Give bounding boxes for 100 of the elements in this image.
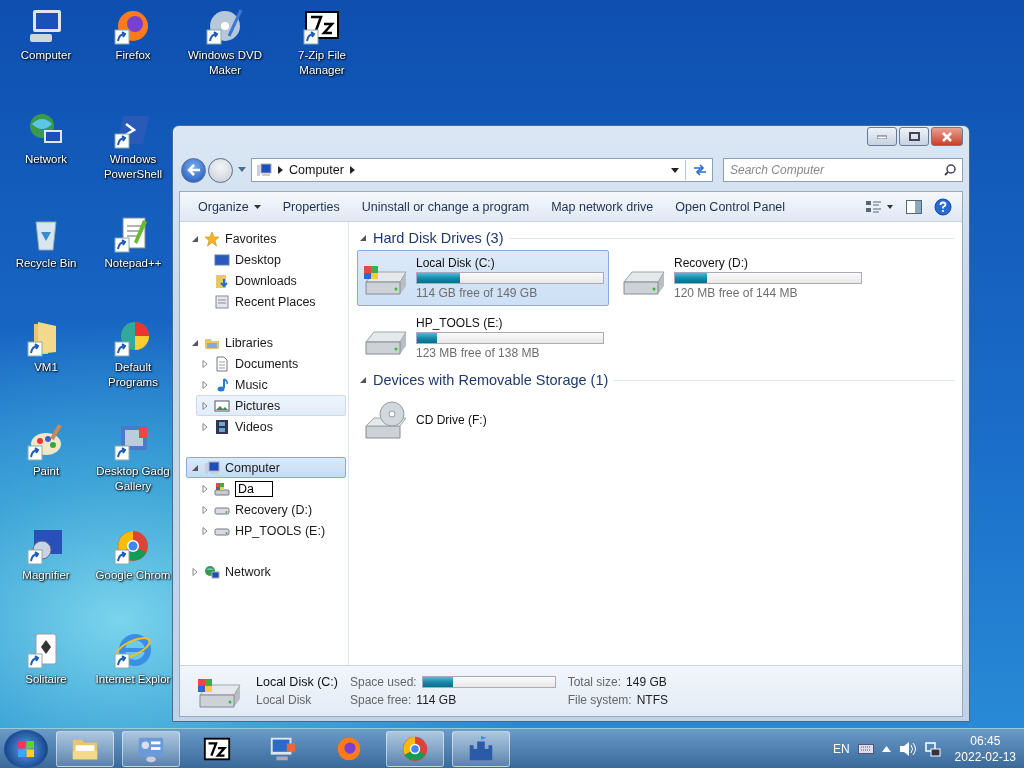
star-icon — [204, 230, 220, 247]
desktop-icon-label[interactable]: 7-Zip File Manager — [280, 48, 364, 78]
recent-icon — [214, 293, 230, 310]
language-indicator[interactable]: EN — [832, 741, 850, 756]
chevron-icon[interactable] — [349, 166, 355, 174]
sidebar-item[interactable]: Favorites — [186, 228, 346, 249]
collapsed-triangle-icon[interactable] — [201, 422, 209, 431]
close-button[interactable] — [931, 127, 963, 146]
drive-tile[interactable]: CD Drive (F:) — [357, 392, 609, 448]
minimize-icon — [877, 134, 887, 139]
sidebar-item[interactable]: HP_TOOLS (E:) — [196, 520, 346, 541]
desktop-icon — [214, 251, 230, 268]
search-field[interactable]: Search Computer — [723, 158, 963, 182]
drive-tile[interactable]: Recovery (D:) 120 MB free of 144 MB — [615, 250, 867, 306]
sidebar-label: Downloads — [235, 273, 297, 288]
drive-name: HP_TOOLS (E:) — [416, 316, 504, 330]
drive-tile[interactable]: HP_TOOLS (E:) 123 MB free of 138 MB — [357, 310, 609, 366]
sidebar-item[interactable]: Da — [196, 478, 346, 499]
start-button[interactable] — [4, 729, 48, 768]
cd-drive-icon — [362, 400, 410, 440]
desktop-icon-label[interactable]: Windows PowerShell — [92, 152, 174, 182]
sidebar-item[interactable]: Desktop — [196, 249, 346, 270]
sidebar-item[interactable]: Recovery (D:) — [196, 499, 346, 520]
search-icon — [944, 164, 956, 176]
address-bar[interactable]: Computer — [251, 158, 713, 182]
sidebar-label: HP_TOOLS (E:) — [235, 523, 326, 538]
caret-icon[interactable] — [671, 167, 679, 173]
back-arrow-icon — [186, 164, 201, 176]
collapsed-triangle-icon[interactable] — [201, 484, 209, 493]
desktop-icon-label[interactable]: Recycle Bin — [15, 256, 77, 271]
expanded-triangle-icon[interactable] — [359, 234, 367, 242]
computer-icon — [204, 459, 220, 476]
collapsed-triangle-icon[interactable] — [201, 359, 209, 368]
desktop-icon-label[interactable]: Network — [24, 152, 68, 167]
sidebar-label: Videos — [235, 419, 273, 434]
desktop-icon-label[interactable]: Notepad++ — [104, 256, 162, 271]
sidebar-item[interactable]: Videos — [196, 416, 346, 437]
drive-free-space: 120 MB free of 144 MB — [674, 286, 799, 300]
maximize-button[interactable] — [899, 127, 929, 146]
rename-field[interactable]: Da — [235, 480, 273, 497]
desktop-icon-label[interactable]: Firefox — [115, 48, 151, 63]
toolbar-button[interactable]: Open Control Panel — [667, 196, 794, 217]
drive-win-icon — [214, 480, 230, 497]
sidebar-label: Computer — [225, 460, 280, 475]
desktop-icon-label[interactable]: Computer — [20, 48, 72, 63]
collapsed-triangle-icon[interactable] — [201, 401, 209, 410]
drive-name: Recovery (D:) — [674, 256, 749, 270]
desktop-icon-label[interactable]: VM1 — [34, 360, 58, 375]
downloads-icon — [214, 272, 230, 289]
clock[interactable]: 06:45 2022-02-13 — [954, 732, 1016, 765]
caret-icon — [253, 204, 261, 209]
sidebar-item[interactable]: Music — [196, 374, 346, 395]
expanded-triangle-icon[interactable] — [191, 463, 199, 472]
collapsed-triangle-icon[interactable] — [191, 567, 199, 576]
sidebar-label: Documents — [235, 356, 299, 371]
toolbar-button[interactable]: Properties — [274, 196, 348, 217]
keyboard-icon[interactable] — [857, 743, 874, 754]
forward-button[interactable] — [208, 157, 233, 183]
sidebar-item[interactable]: Libraries — [186, 332, 346, 353]
expanded-triangle-icon[interactable] — [191, 338, 199, 347]
network-icon — [204, 563, 220, 580]
collapsed-triangle-icon[interactable] — [201, 526, 209, 535]
sidebar-label: Desktop — [235, 252, 281, 267]
sidebar-item[interactable]: Pictures — [196, 395, 346, 416]
details-label: Total size: — [567, 675, 622, 689]
clock-date: 2022-02-13 — [954, 748, 1016, 765]
preview-pane-icon — [906, 199, 922, 214]
details-type: Local Disk — [256, 693, 313, 707]
desktop-icon-label[interactable]: Default Programs — [92, 360, 174, 390]
sidebar-item[interactable]: Computer — [186, 457, 346, 478]
details-name: Local Disk (C:) — [256, 675, 338, 689]
clock-time: 06:45 — [970, 732, 1001, 749]
desktop-icon-label[interactable]: Windows DVD Maker — [183, 48, 267, 78]
group-header[interactable]: Hard Disk Drives (3) — [373, 230, 504, 246]
sidebar-item[interactable]: Downloads — [196, 270, 346, 291]
minimize-button[interactable] — [867, 127, 897, 146]
expanded-triangle-icon[interactable] — [191, 234, 199, 243]
toolbar-button[interactable]: Organize — [190, 196, 269, 217]
show-hidden-icons-icon[interactable] — [881, 745, 891, 752]
group-header[interactable]: Devices with Removable Storage (1) — [373, 372, 609, 388]
refresh-icon[interactable] — [692, 163, 708, 177]
network-icon[interactable] — [924, 740, 941, 757]
sidebar-item[interactable]: Recent Places — [196, 291, 346, 312]
sidebar-item[interactable]: Network — [186, 561, 346, 582]
back-button[interactable] — [181, 157, 206, 183]
windows-logo-icon — [17, 739, 35, 758]
collapsed-triangle-icon[interactable] — [201, 380, 209, 389]
collapsed-triangle-icon[interactable] — [201, 505, 209, 514]
sidebar-label: Libraries — [225, 335, 273, 350]
toolbar-button[interactable]: Map network drive — [543, 196, 662, 217]
expanded-triangle-icon[interactable] — [359, 376, 367, 384]
speaker-icon[interactable] — [898, 740, 917, 757]
chevron-icon[interactable] — [278, 166, 283, 174]
sidebar-label: Recovery (D:) — [235, 502, 313, 517]
sidebar-item[interactable]: Documents — [196, 353, 346, 374]
sidebar-label: Recent Places — [235, 294, 316, 309]
toolbar-button[interactable]: Uninstall or change a program — [353, 196, 538, 217]
drive-tile[interactable]: Local Disk (C:) 114 GB free of 149 GB — [357, 250, 609, 306]
breadcrumb[interactable]: Computer — [289, 163, 344, 177]
drive-name: CD Drive (F:) — [416, 413, 488, 427]
